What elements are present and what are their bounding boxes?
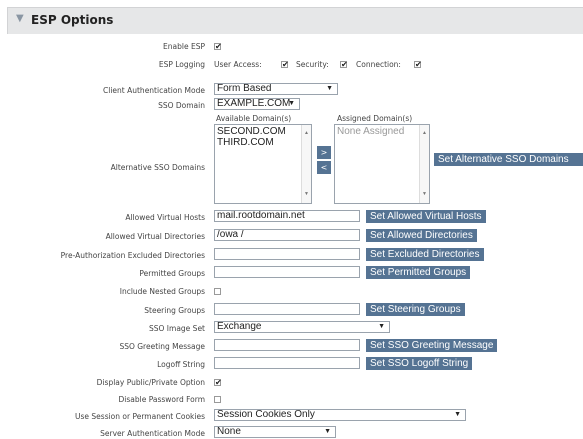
set-excluded-directories-button[interactable]: Set Excluded Directories	[366, 248, 484, 261]
esp-options-header[interactable]: ▼ ESP Options	[7, 7, 583, 34]
client-auth-value: Form Based	[217, 83, 272, 94]
chevron-down-icon: ▼	[454, 411, 461, 418]
permitted-groups-input[interactable]	[214, 266, 360, 278]
set-sso-logoff-string-button[interactable]: Set SSO Logoff String	[366, 357, 473, 370]
nested-groups-checkbox[interactable]	[214, 288, 221, 295]
allowed-dirs-label: Allowed Virtual Directories	[105, 232, 205, 241]
available-domains-list[interactable]: SECOND.COM THIRD.COM ▲ ▼	[214, 124, 312, 204]
list-item[interactable]: None Assigned	[337, 126, 427, 137]
alt-sso-label: Alternative SSO Domains	[110, 163, 205, 172]
user-access-checkbox[interactable]	[281, 61, 288, 68]
security-label: Security:	[296, 60, 329, 69]
list-item[interactable]: SECOND.COM	[217, 126, 309, 137]
security-checkbox[interactable]	[340, 61, 347, 68]
add-domain-button[interactable]: >	[317, 146, 331, 159]
available-domains-header: Available Domain(s)	[216, 114, 292, 123]
remove-domain-button[interactable]: <	[317, 161, 331, 174]
connection-checkbox[interactable]	[414, 61, 421, 68]
scroll-down-icon[interactable]: ▼	[422, 189, 427, 200]
scroll-up-icon[interactable]: ▲	[304, 128, 309, 139]
scrollbar[interactable]: ▲ ▼	[301, 125, 311, 203]
enable-esp-checkbox[interactable]	[214, 43, 221, 50]
greeting-label: SSO Greeting Message	[119, 342, 205, 351]
client-auth-select[interactable]: Form Based ▼	[214, 83, 338, 95]
esp-logging-label: ESP Logging	[158, 60, 205, 69]
set-allowed-directories-button[interactable]: Set Allowed Directories	[366, 229, 477, 242]
set-permitted-groups-button[interactable]: Set Permitted Groups	[366, 266, 471, 279]
greeting-input[interactable]	[214, 339, 360, 351]
client-auth-label: Client Authentication Mode	[103, 86, 205, 95]
permitted-groups-label: Permitted Groups	[139, 269, 205, 278]
cookies-select[interactable]: Session Cookies Only ▼	[214, 409, 466, 421]
cookies-value: Session Cookies Only	[217, 409, 315, 420]
set-allowed-virtual-hosts-button[interactable]: Set Allowed Virtual Hosts	[366, 210, 486, 223]
chevron-down-icon: ▼	[326, 85, 333, 92]
public-private-checkbox[interactable]	[214, 379, 221, 386]
panel-title: ESP Options	[31, 13, 114, 27]
allowed-hosts-label: Allowed Virtual Hosts	[125, 213, 205, 222]
disable-password-checkbox[interactable]	[214, 396, 221, 403]
nested-groups-label: Include Nested Groups	[119, 287, 205, 296]
user-access-label: User Access:	[214, 60, 262, 69]
sso-domain-label: SSO Domain	[158, 101, 205, 110]
public-private-label: Display Public/Private Option	[96, 378, 205, 387]
disable-password-label: Disable Password Form	[118, 395, 205, 404]
server-auth-label: Server Authentication Mode	[100, 429, 205, 438]
steering-groups-input[interactable]	[214, 303, 360, 315]
triangle-down-icon[interactable]: ▼	[16, 13, 24, 24]
chevron-down-icon: ▼	[324, 428, 331, 435]
sso-image-label: SSO Image Set	[149, 324, 205, 333]
allowed-dirs-input[interactable]: /owa /	[214, 229, 360, 241]
sso-domain-select[interactable]: EXAMPLE.COM ▼	[214, 98, 300, 110]
logoff-input[interactable]	[214, 357, 360, 369]
chevron-down-icon: ▼	[378, 323, 385, 330]
list-item[interactable]: THIRD.COM	[217, 137, 309, 148]
server-auth-value: None	[217, 426, 241, 437]
preauth-excluded-input[interactable]	[214, 248, 360, 260]
steering-groups-label: Steering Groups	[144, 306, 205, 315]
cookies-label: Use Session or Permanent Cookies	[75, 412, 205, 421]
scrollbar[interactable]: ▲ ▼	[419, 125, 429, 203]
preauth-excluded-label: Pre-Authorization Excluded Directories	[60, 251, 205, 260]
connection-label: Connection:	[356, 60, 401, 69]
set-sso-greeting-message-button[interactable]: Set SSO Greeting Message	[366, 339, 498, 352]
scroll-down-icon[interactable]: ▼	[304, 189, 309, 200]
sso-domain-value: EXAMPLE.COM	[217, 98, 291, 109]
allowed-hosts-input[interactable]: mail.rootdomain.net	[214, 210, 360, 222]
enable-esp-label: Enable ESP	[163, 42, 205, 51]
assigned-domains-header: Assigned Domain(s)	[337, 114, 413, 123]
set-alternative-sso-domains-button[interactable]: Set Alternative SSO Domains	[434, 153, 583, 166]
chevron-down-icon: ▼	[288, 100, 295, 107]
set-steering-groups-button[interactable]: Set Steering Groups	[366, 303, 465, 316]
assigned-domains-list[interactable]: None Assigned ▲ ▼	[334, 124, 430, 204]
sso-image-value: Exchange	[217, 321, 262, 332]
server-auth-select[interactable]: None ▼	[214, 426, 336, 438]
sso-image-select[interactable]: Exchange ▼	[214, 321, 390, 333]
logoff-label: Logoff String	[157, 360, 205, 369]
scroll-up-icon[interactable]: ▲	[422, 128, 427, 139]
